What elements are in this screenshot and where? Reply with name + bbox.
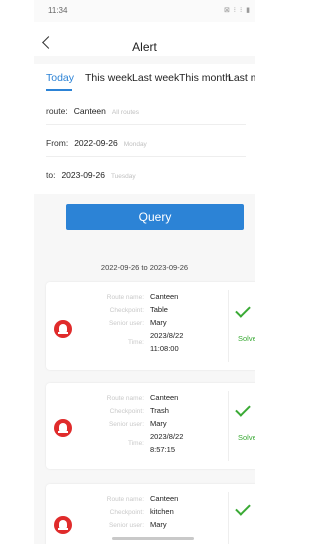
senior-user-value: Mary	[150, 520, 167, 529]
nav-bar: Alert	[34, 22, 255, 56]
alert-date: 2023/8/22	[150, 432, 184, 441]
alert-time: 8:57:15	[150, 445, 176, 454]
active-tab-indicator	[46, 89, 72, 91]
alarm-bell-icon	[54, 320, 72, 338]
time-label: Time:	[127, 339, 144, 346]
left-margin	[0, 0, 34, 544]
alert-fields: Route name: Canteen Checkpoint: kitchen Se…	[92, 492, 222, 531]
tab-last-week[interactable]: Last week	[132, 72, 179, 84]
status-icons: ⊠ ⁝ ⁝ ▮	[223, 7, 251, 14]
route-name-value: Canteen	[150, 393, 179, 402]
check-icon	[235, 500, 251, 516]
period-tabs: Today This week Last week This month Las…	[34, 64, 255, 92]
divider	[228, 290, 229, 362]
divider	[228, 492, 229, 544]
divider	[46, 124, 246, 125]
phone-frame: 11:34 ⊠ ⁝ ⁝ ▮ Alert Today This week Last…	[0, 0, 255, 544]
alarm-bell-icon	[54, 419, 72, 437]
tab-this-week[interactable]: This week	[85, 72, 132, 84]
to-value: 2023-09-26	[61, 170, 105, 180]
query-button[interactable]: Query	[66, 204, 244, 230]
alert-card[interactable]: Route name: Canteen Checkpoint: kitchen Se…	[46, 484, 255, 544]
time-label: Time:	[127, 440, 144, 447]
alert-card[interactable]: Route name: Canteen Checkpoint: Trash Seni…	[46, 383, 255, 469]
route-name-value: Canteen	[150, 292, 179, 301]
alert-time: 11:08:00	[150, 344, 179, 353]
to-date-filter[interactable]: to: 2023-09-26 Tuesday	[46, 170, 136, 190]
app-screen: 11:34 ⊠ ⁝ ⁝ ▮ Alert Today This week Last…	[34, 0, 255, 544]
tab-last-month[interactable]: Last m	[228, 72, 255, 84]
status-solved: Solved	[238, 334, 255, 343]
route-label: route:	[46, 106, 68, 116]
status-bar: 11:34 ⊠ ⁝ ⁝ ▮	[34, 0, 255, 22]
status-time: 11:34	[48, 6, 68, 15]
alert-date: 2023/8/22	[150, 331, 184, 340]
alert-fields: Route name: Canteen Checkpoint: Table Seni…	[92, 290, 222, 355]
senior-user-value: Mary	[150, 419, 167, 428]
divider	[228, 391, 229, 461]
alert-card[interactable]: Route name: Canteen Checkpoint: Table Seni…	[46, 282, 255, 370]
alarm-bell-icon	[54, 516, 72, 534]
checkpoint-value: Trash	[150, 406, 169, 415]
to-hint: Tuesday	[110, 173, 136, 180]
tab-this-month[interactable]: This month	[179, 72, 231, 84]
check-icon	[235, 401, 251, 417]
status-solved: Solved	[238, 433, 255, 442]
from-date-filter[interactable]: From: 2022-09-26 Monday	[46, 138, 246, 158]
from-label: From:	[46, 138, 69, 148]
checkpoint-value: Table	[150, 305, 168, 314]
check-icon	[235, 302, 251, 318]
divider	[46, 156, 246, 157]
checkpoint-value: kitchen	[150, 507, 174, 516]
route-name-value: Canteen	[150, 494, 179, 503]
tab-today[interactable]: Today	[46, 72, 74, 84]
senior-user-label: Senior user:	[108, 522, 144, 529]
senior-user-value: Mary	[150, 318, 167, 327]
to-label: to:	[46, 170, 56, 180]
filter-panel: route: Canteen All routes From: 2022-09-26 M…	[34, 92, 255, 194]
page-title: Alert	[132, 40, 157, 54]
alert-fields: Route name: Canteen Checkpoint: Trash Seni…	[92, 391, 222, 456]
from-hint: Monday	[123, 141, 147, 148]
route-value: Canteen	[73, 106, 106, 116]
date-range-text: 2022-09-26 to 2023-09-26	[100, 263, 189, 272]
from-value: 2022-09-26	[74, 138, 118, 148]
home-indicator	[112, 537, 194, 540]
route-hint: All routes	[111, 109, 139, 116]
route-filter[interactable]: route: Canteen All routes	[46, 106, 246, 126]
